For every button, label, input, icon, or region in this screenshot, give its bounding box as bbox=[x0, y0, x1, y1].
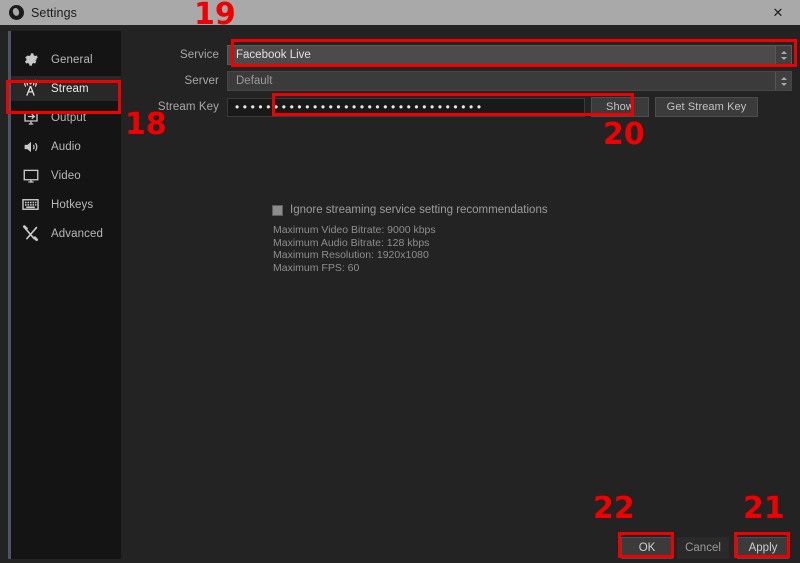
ignore-recommendations-label: Ignore streaming service setting recomme… bbox=[290, 204, 548, 216]
sidebar-item-label: Stream bbox=[51, 82, 89, 95]
sidebar-item-label: Hotkeys bbox=[51, 198, 94, 211]
gear-icon bbox=[20, 49, 41, 70]
service-label: Service bbox=[179, 49, 219, 61]
chevron-down-icon bbox=[780, 56, 787, 60]
display-icon bbox=[20, 165, 41, 186]
sidebar-item-label: Output bbox=[51, 111, 87, 124]
ok-button[interactable]: OK bbox=[621, 537, 673, 559]
server-row: Server Default bbox=[127, 71, 800, 91]
window-title: Settings bbox=[31, 5, 77, 20]
server-dropdown[interactable]: Default bbox=[227, 71, 792, 91]
apply-button[interactable]: Apply bbox=[737, 537, 789, 559]
server-label: Server bbox=[184, 75, 219, 87]
settings-sidebar: General Stream Output Audio Video Hotkey… bbox=[8, 31, 121, 559]
sidebar-item-general[interactable]: General bbox=[11, 47, 121, 72]
sidebar-item-advanced[interactable]: Advanced bbox=[11, 221, 121, 246]
sidebar-item-label: Advanced bbox=[51, 227, 103, 240]
broadcast-tower-icon bbox=[20, 78, 41, 99]
ignore-recommendations-row[interactable]: Ignore streaming service setting recomme… bbox=[272, 204, 548, 216]
stream-key-value: •••••••••••••••••••••••••••••••• bbox=[235, 100, 485, 114]
sidebar-item-label: Audio bbox=[51, 140, 81, 153]
dialog-body: General Stream Output Audio Video Hotkey… bbox=[0, 25, 800, 563]
stream-key-row: Stream Key •••••••••••••••••••••••••••••… bbox=[127, 97, 800, 117]
stream-key-input[interactable]: •••••••••••••••••••••••••••••••• bbox=[227, 97, 585, 117]
obs-logo-icon bbox=[9, 5, 24, 20]
chevron-up-icon bbox=[780, 50, 787, 54]
service-spinner[interactable] bbox=[775, 46, 791, 64]
sidebar-item-audio[interactable]: Audio bbox=[11, 134, 121, 159]
monitor-arrow-icon bbox=[20, 107, 41, 128]
wrench-screwdriver-icon bbox=[20, 223, 41, 244]
stream-settings-panel: Service Facebook Live Server Default Str… bbox=[127, 25, 800, 563]
speaker-icon bbox=[20, 136, 41, 157]
sidebar-item-hotkeys[interactable]: Hotkeys bbox=[11, 192, 121, 217]
service-dropdown[interactable]: Facebook Live bbox=[227, 45, 792, 65]
obs-settings-window: Settings ✕ General Stream Output Audio V… bbox=[0, 0, 800, 563]
get-stream-key-button[interactable]: Get Stream Key bbox=[655, 97, 758, 117]
cancel-button[interactable]: Cancel bbox=[677, 537, 729, 559]
sidebar-item-stream[interactable]: Stream bbox=[11, 76, 121, 101]
server-value: Default bbox=[236, 75, 273, 87]
service-row: Service Facebook Live bbox=[127, 45, 800, 65]
show-stream-key-button[interactable]: Show bbox=[591, 97, 649, 117]
chevron-up-icon bbox=[780, 76, 787, 80]
info-line: Maximum Video Bitrate: 9000 kbps bbox=[273, 224, 436, 236]
info-line: Maximum Audio Bitrate: 128 kbps bbox=[273, 236, 430, 249]
chevron-down-icon bbox=[780, 82, 787, 86]
keyboard-icon bbox=[20, 194, 41, 215]
server-spinner[interactable] bbox=[775, 72, 791, 90]
ignore-recommendations-checkbox[interactable] bbox=[272, 204, 283, 216]
sidebar-item-video[interactable]: Video bbox=[11, 163, 121, 188]
service-limits-info: Maximum Video Bitrate: 9000 kbps Maximum… bbox=[273, 224, 436, 274]
sidebar-item-output[interactable]: Output bbox=[11, 105, 121, 130]
info-line: Maximum Resolution: 1920x1080 bbox=[273, 249, 429, 261]
sidebar-item-label: Video bbox=[51, 169, 81, 182]
info-line: Maximum FPS: 60 bbox=[273, 261, 360, 274]
title-bar-left: Settings bbox=[0, 5, 756, 20]
sidebar-item-label: General bbox=[51, 53, 93, 66]
service-value: Facebook Live bbox=[236, 49, 311, 61]
stream-key-label: Stream Key bbox=[157, 101, 219, 113]
title-bar: Settings ✕ bbox=[0, 0, 800, 25]
close-icon[interactable]: ✕ bbox=[756, 0, 800, 25]
